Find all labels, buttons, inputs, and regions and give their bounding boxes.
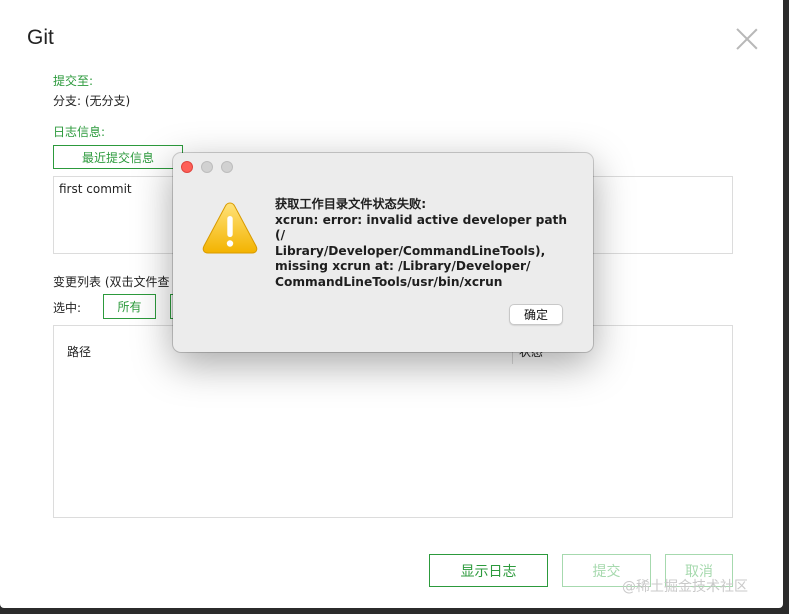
recent-commit-message-button[interactable]: 最近提交信息 bbox=[53, 145, 183, 169]
close-icon[interactable] bbox=[735, 27, 759, 51]
dialog-zoom-icon bbox=[221, 161, 233, 173]
window-title: Git bbox=[27, 26, 54, 49]
dialog-ok-button[interactable]: 确定 bbox=[509, 304, 563, 325]
select-all-button[interactable]: 所有 bbox=[103, 294, 156, 319]
dialog-close-icon[interactable] bbox=[181, 161, 193, 173]
error-dialog: 获取工作目录文件状态失败: xcrun: error: invalid acti… bbox=[173, 153, 593, 352]
col-header-path: 路径 bbox=[67, 345, 92, 359]
change-list-label: 变更列表 (双击文件查 bbox=[53, 275, 170, 289]
commit-message-text: first commit bbox=[59, 182, 132, 196]
branch-text: 分支: (无分支) bbox=[53, 94, 131, 108]
watermark: @稀土掘金技术社区 bbox=[622, 579, 748, 595]
dialog-minimize-icon bbox=[201, 161, 213, 173]
file-change-table[interactable]: 路径 状态 bbox=[53, 325, 733, 518]
commit-to-label: 提交至: bbox=[53, 74, 94, 88]
warning-icon bbox=[202, 202, 258, 254]
select-label: 选中: bbox=[53, 301, 82, 315]
show-log-button[interactable]: 显示日志 bbox=[429, 554, 548, 587]
log-info-label: 日志信息: bbox=[53, 125, 106, 139]
dialog-message: 获取工作目录文件状态失败: xcrun: error: invalid acti… bbox=[275, 197, 568, 289]
